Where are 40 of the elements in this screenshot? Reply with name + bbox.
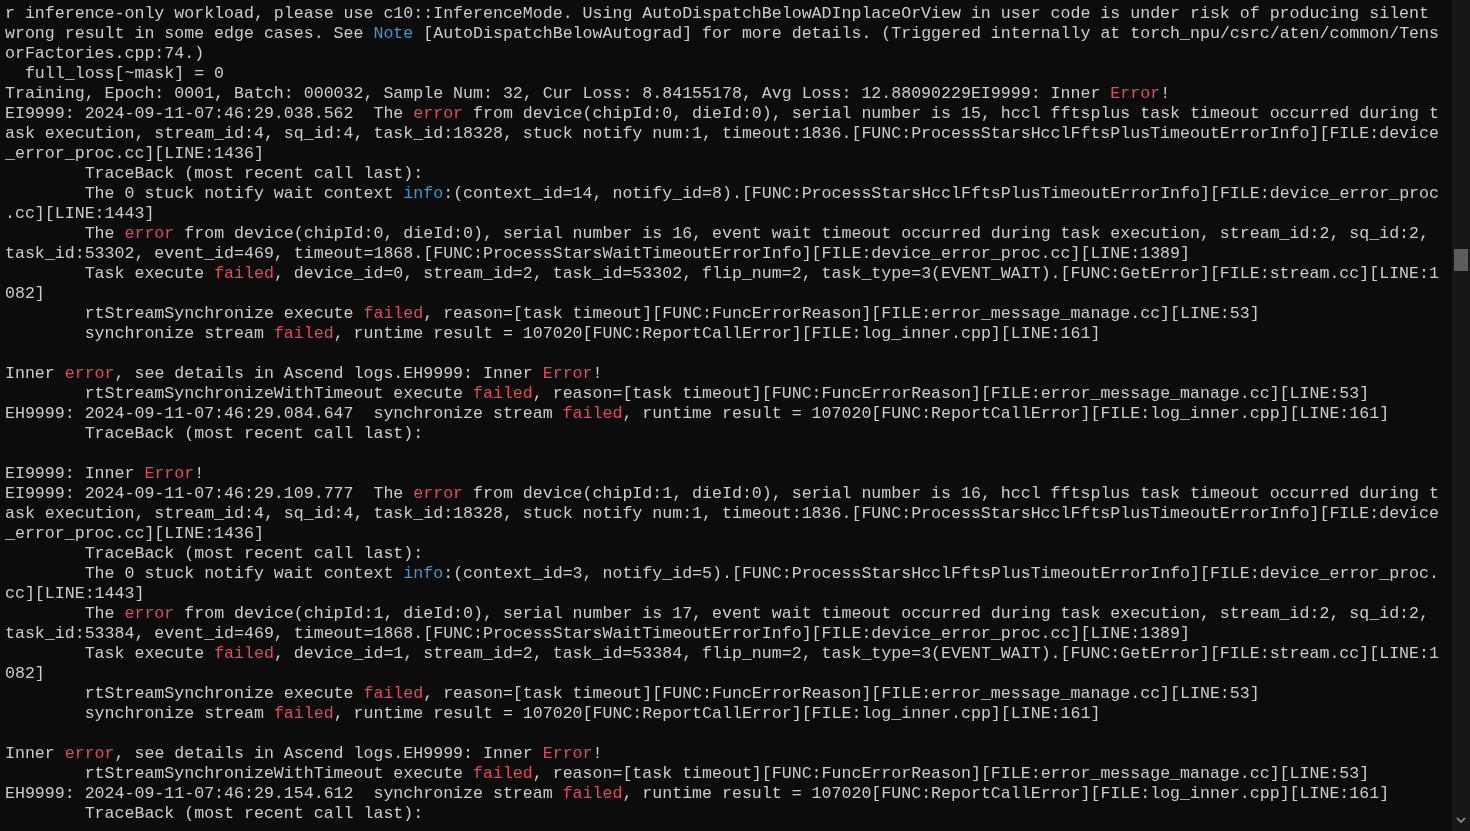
log-line: 082] <box>5 664 45 683</box>
log-line: The error from device(chipId:0, dieId:0), serial number is 16, event wait timeout occurred during task execution, stream_id:2, sq_id:2, <box>83 224 1429 243</box>
log-line: _error_proc.cc][LINE:1436] <box>5 144 264 163</box>
log-line: EI9999: 2024-09-11-07:46:29.109.777 The error from device(chipId:1, dieId:0), serial number is 16, hccl fftsplus task timeout occurred during t <box>5 484 1439 503</box>
log-line: full_loss[~mask] = 0 <box>23 64 225 83</box>
log-line: task_id:53302, event_id=469, timeout=1868.[FUNC:ProcessStarsWaitTimeoutErrorInfo][FILE:device_error_proc.cc][LINE:1389] <box>5 244 1190 263</box>
log-line: Task execute failed, device_id=0, stream_id=2, task_id=53302, flip_num=2, task_type=3(EVENT_WAIT).[FUNC:GetError][FILE:stream.cc][LINE:1 <box>83 264 1439 283</box>
log-line: synchronize stream failed, runtime result = 107020[FUNC:ReportCallError][FILE:log_inner.cpp][LINE:161] <box>83 324 1101 343</box>
log-line: The 0 stuck notify wait context info:(context_id=14, notify_id=8).[FUNC:ProcessStarsHcclFftsPlusTimeoutErrorInfo][FILE:device_error_proc <box>83 184 1439 203</box>
log-line: rtStreamSynchronize execute failed, reason=[task timeout][FUNC:FuncErrorReason][FILE:error_message_manage.cc][LINE:53] <box>83 304 1260 323</box>
log-line: synchronize stream failed, runtime result = 107020[FUNC:ReportCallError][FILE:log_inner.cpp][LINE:161] <box>83 704 1101 723</box>
log-line: EH9999: 2024-09-11-07:46:29.084.647 synchronize stream failed, runtime result = 107020[FUNC:ReportCallError][FILE:log_inner.cpp][LINE:161] <box>5 404 1390 423</box>
log-line: .cc][LINE:1443] <box>5 204 155 223</box>
log-line: wrong result in some edge cases. See Note [AutoDispatchBelowAutograd] for more details. (Triggered internally at torch_npu/csrc/aten/common/Tens <box>5 24 1439 43</box>
log-line: TraceBack (most recent call last): <box>83 164 424 183</box>
log-line: task_id:53384, event_id=469, timeout=1868.[FUNC:ProcessStarsWaitTimeoutErrorInfo][FILE:device_error_proc.cc][LINE:1389] <box>5 624 1190 643</box>
log-line: The error from device(chipId:1, dieId:0), serial number is 17, event wait timeout occurred during task execution, stream_id:2, sq_id:2, <box>83 604 1429 623</box>
log-line: The 0 stuck notify wait context info:(context_id=3, notify_id=5).[FUNC:ProcessStarsHcclFftsPlusTimeoutErrorInfo][FILE:device_error_proc. <box>83 564 1439 583</box>
log-line: 082] <box>5 284 45 303</box>
log-line: orFactories.cpp:74.) <box>5 44 205 63</box>
log-line: cc][LINE:1443] <box>5 584 145 603</box>
log-line: TraceBack (most recent call last): <box>83 424 424 443</box>
log-line: ask execution, stream_id:4, sq_id:4, task_id:18328, stuck notify num:1, timeout:1836.[FUNC:ProcessStarsHcclFftsPlusTimeoutErrorInfo][FILE:device <box>5 504 1439 523</box>
log-line: Task execute failed, device_id=1, stream_id=2, task_id=53384, flip_num=2, task_type=3(EVENT_WAIT).[FUNC:GetError][FILE:stream.cc][LINE:1 <box>83 644 1439 663</box>
log-line: rtStreamSynchronize execute failed, reason=[task timeout][FUNC:FuncErrorReason][FILE:error_message_manage.cc][LINE:53] <box>83 684 1260 703</box>
chevron-down-icon[interactable] <box>1456 817 1466 823</box>
log-line: TraceBack (most recent call last): <box>83 804 424 823</box>
log-line: EH9999: 2024-09-11-07:46:29.154.612 synchronize stream failed, runtime result = 107020[FUNC:ReportCallError][FILE:log_inner.cpp][LINE:161] <box>5 784 1390 803</box>
log-line: EI9999: 2024-09-11-07:46:29.038.562 The error from device(chipId:0, dieId:0), serial number is 15, hccl fftsplus task timeout occurred during t <box>5 104 1439 123</box>
scrollbar-thumb[interactable] <box>1454 249 1468 271</box>
log-line: rtStreamSynchronizeWithTimeout execute failed, reason=[task timeout][FUNC:FuncErrorReason][FILE:error_message_manage.cc][LINE:53] <box>83 764 1370 783</box>
log-line: r inference-only workload, please use c10::InferenceMode. Using AutoDispatchBelowADInplaceOrView in user code is under risk of producing silent <box>5 4 1429 23</box>
log-line: ask execution, stream_id:4, sq_id:4, task_id:18328, stuck notify num:1, timeout:1836.[FUNC:ProcessStarsHcclFftsPlusTimeoutErrorInfo][FILE:device <box>5 124 1439 143</box>
log-line: EI9999: Inner Error! <box>5 464 205 483</box>
log-line: Inner error, see details in Ascend logs.EH9999: Inner Error! <box>5 744 603 763</box>
log-line: rtStreamSynchronizeWithTimeout execute failed, reason=[task timeout][FUNC:FuncErrorReason][FILE:error_message_manage.cc][LINE:53] <box>83 384 1370 403</box>
log-line: Inner error, see details in Ascend logs.EH9999: Inner Error! <box>5 364 603 383</box>
log-line: TraceBack (most recent call last): <box>83 544 424 563</box>
log-line: Training, Epoch: 0001, Batch: 000032, Sample Num: 32, Cur Loss: 8.84155178, Avg Loss: 12.88090229EI9999: Inner Error! <box>5 84 1171 103</box>
log-line: _error_proc.cc][LINE:1436] <box>5 524 264 543</box>
